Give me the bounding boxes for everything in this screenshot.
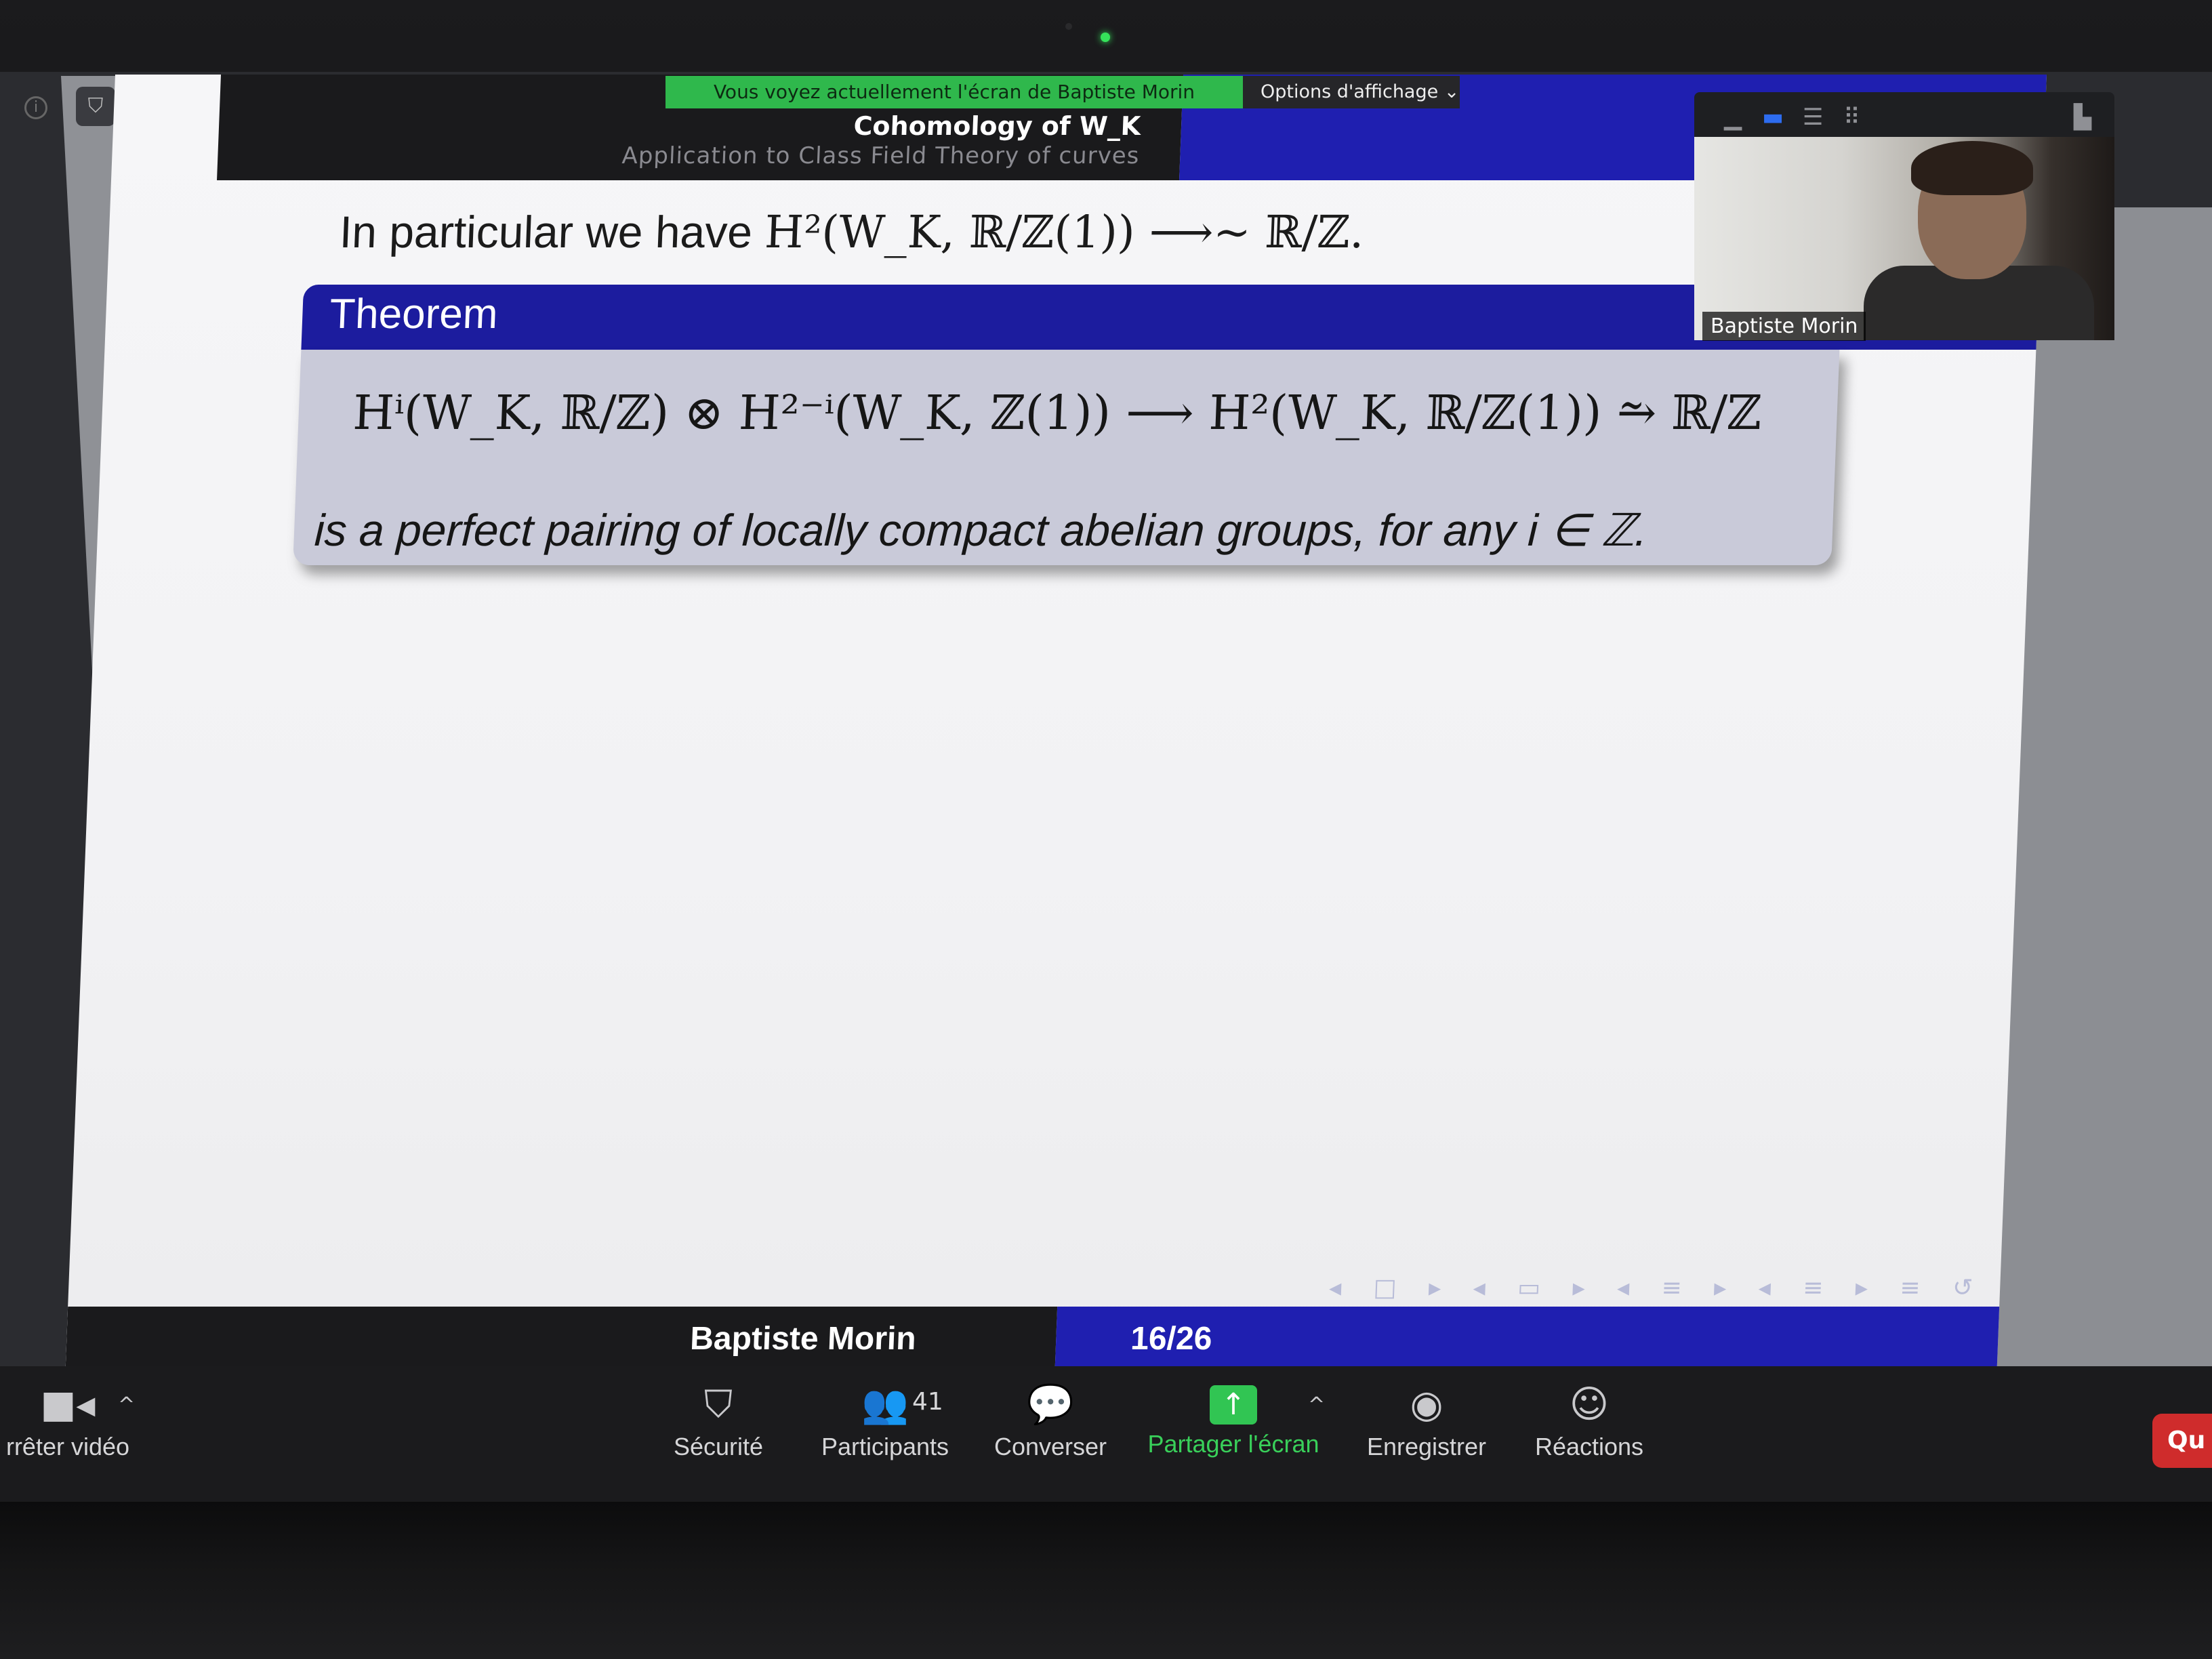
slide-footer-author: Baptiste Morin bbox=[689, 1321, 917, 1357]
screen-share-banner: Vous voyez actuellement l'écran de Bapti… bbox=[665, 76, 1243, 108]
record-icon: ◉ bbox=[1410, 1382, 1443, 1427]
smiley-plus-icon: ☺ bbox=[1569, 1382, 1610, 1427]
video-panel-toolbar: ▁ ▬ ☰ ⠿ ▙ bbox=[1694, 92, 2114, 138]
zoom-window: i ⛉ Cohomology of W_K Application to Cla… bbox=[0, 72, 2212, 1502]
slide-page-number: 16/26 bbox=[1130, 1321, 1213, 1357]
person-hair bbox=[1911, 141, 2033, 195]
chat-bubble-icon: 💬 bbox=[1027, 1382, 1074, 1427]
info-icon[interactable]: i bbox=[24, 96, 47, 119]
record-button[interactable]: ◉ Enregistrer bbox=[1355, 1382, 1498, 1461]
laptop-bottom-edge bbox=[0, 1502, 2212, 1659]
encryption-shield-icon[interactable]: ⛉ bbox=[76, 87, 115, 126]
strip-view-icon[interactable]: ☰ bbox=[1803, 106, 1823, 129]
reactions-button[interactable]: ☺ Réactions bbox=[1518, 1382, 1660, 1461]
slide-intro-line: In particular we have H²(W_K, ℝ/ℤ(1)) ⟶~… bbox=[339, 206, 1366, 258]
security-button[interactable]: ⛉ Sécurité bbox=[664, 1382, 773, 1461]
participant-name-label: Baptiste Morin bbox=[1702, 312, 1866, 341]
participant-video[interactable] bbox=[1694, 137, 2114, 340]
chat-button[interactable]: 💬 Converser bbox=[983, 1382, 1118, 1461]
participant-count-badge: 41 bbox=[912, 1388, 943, 1416]
theorem-statement: is a perfect pairing of locally compact … bbox=[313, 505, 1649, 555]
slide-section-subtitle: Application to Class Field Theory of cur… bbox=[621, 142, 1141, 169]
share-arrow-icon: ↑ bbox=[1210, 1385, 1257, 1425]
theorem-label: Theorem bbox=[329, 291, 499, 337]
beamer-navigation-controls[interactable]: ◂ □ ▸ ◂ ▭ ▸ ◂ ≡ ▸ ◂ ≡ ▸ ≡ ↺ ⚲ bbox=[1328, 1274, 2035, 1302]
view-options-dropdown[interactable]: Options d'affichage ⌄ bbox=[1243, 76, 1460, 108]
webcam-indicator-light bbox=[1101, 33, 1110, 42]
speaker-view-icon[interactable]: ▬ bbox=[1762, 106, 1784, 129]
share-screen-button[interactable]: ↑ Partager l'écran bbox=[1139, 1382, 1328, 1458]
theorem-formula: Hⁱ(W_K, ℝ/ℤ) ⊗ H²⁻ⁱ(W_K, ℤ(1)) ⟶ H²(W_K,… bbox=[352, 385, 1763, 441]
share-options-caret-icon[interactable]: ^ bbox=[1308, 1393, 1325, 1417]
minimize-icon[interactable]: ▁ bbox=[1724, 106, 1742, 129]
slide-section-title: Cohomology of W_K bbox=[853, 111, 1141, 141]
gallery-view-icon[interactable]: ⠿ bbox=[1843, 106, 1860, 129]
intro-text: In particular we have bbox=[338, 207, 766, 257]
video-options-caret-icon[interactable]: ^ bbox=[118, 1393, 135, 1417]
exit-fullscreen-icon[interactable]: ▙ bbox=[2074, 106, 2091, 129]
meeting-toolbar: ■◂ rrêter vidéo ^ ⛉ Sécurité 👥 Participa… bbox=[0, 1366, 2212, 1502]
leave-meeting-button[interactable]: Qu bbox=[2152, 1414, 2212, 1468]
intro-math: H²(W_K, ℝ/ℤ(1)) ⟶~ ℝ/ℤ. bbox=[763, 206, 1366, 258]
shield-icon: ⛉ bbox=[704, 1382, 733, 1427]
webcam-lens bbox=[1065, 23, 1072, 30]
